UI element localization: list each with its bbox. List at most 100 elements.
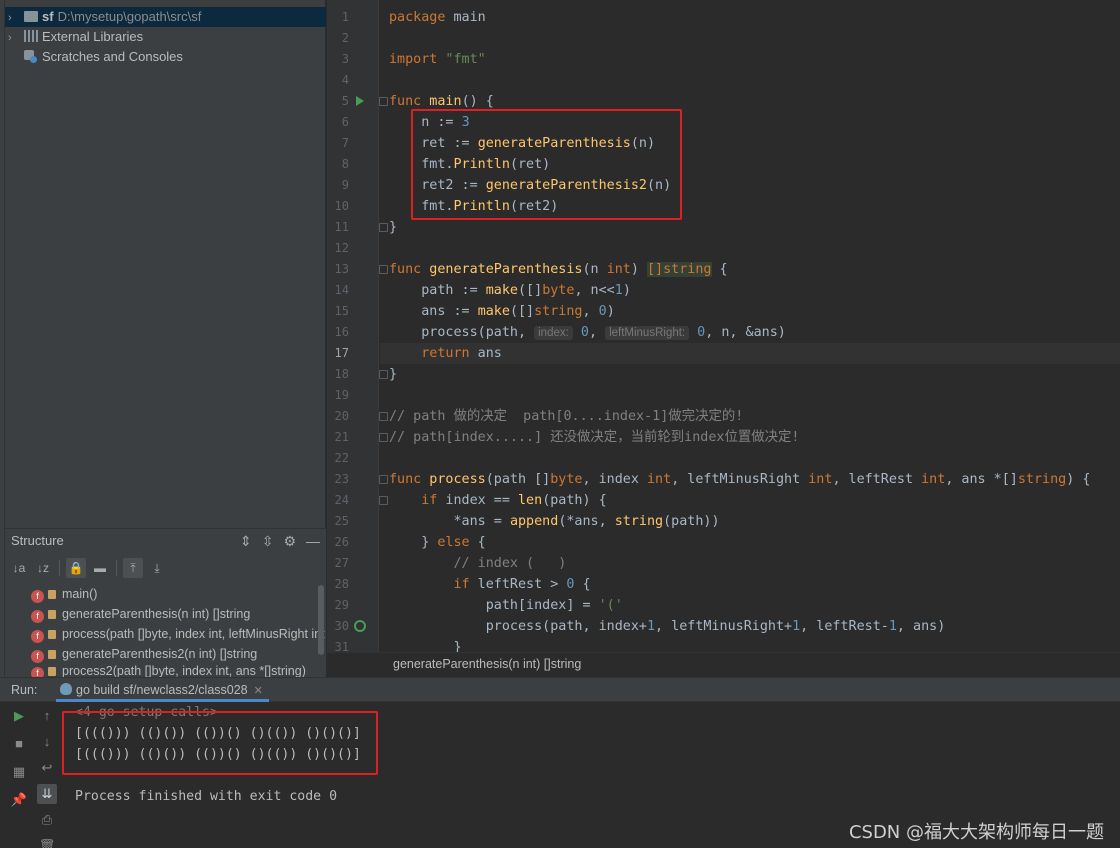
code-comment[interactable]: // index ( ) — [389, 553, 566, 574]
tree-item-path: D:\mysetup\gopath\src\sf — [57, 9, 202, 24]
code-text: (path) { — [542, 493, 607, 508]
sort-by-type-icon[interactable]: ↓a — [9, 558, 29, 578]
watermark: CSDN @福大大架构师每日一题 — [848, 822, 1104, 843]
number-literal: 1 — [888, 619, 897, 634]
stop-icon[interactable]: ■ — [9, 734, 29, 754]
code-text: process(path, — [389, 325, 535, 340]
return-type: []string — [647, 262, 712, 277]
breadcrumb[interactable]: generateParenthesis(n int) []string — [327, 652, 1120, 677]
structure-item-process2[interactable]: f process2(path []byte, index int, ans *[… — [31, 664, 325, 678]
structure-item-process[interactable]: f process(path []byte, index int, leftMin… — [31, 624, 325, 644]
line-number: 19 — [334, 388, 349, 402]
run-main-icon[interactable] — [356, 96, 364, 106]
code-line-3[interactable]: import "fmt" — [389, 49, 486, 70]
code-line-18[interactable]: } — [389, 364, 397, 385]
layout-icon[interactable]: ▦ — [9, 762, 29, 782]
code-line-13[interactable]: func generateParenthesis(n int) []string… — [389, 259, 728, 280]
code-line-16[interactable]: process(path, index: 0, leftMinusRight: … — [389, 322, 786, 343]
code-line-25[interactable]: *ans = append(*ans, string(path)) — [389, 511, 719, 532]
autoscroll-to-source-icon[interactable]: ⤒ — [123, 558, 143, 578]
tree-item-sf[interactable]: › sf D:\mysetup\gopath\src\sf — [5, 7, 326, 27]
fold-marker-icon[interactable] — [379, 433, 388, 442]
tree-item-label: External Libraries — [42, 29, 144, 44]
highlight-box-main-body — [411, 109, 682, 220]
scroll-to-end-icon[interactable]: ⇊ — [37, 784, 57, 804]
code-text: { — [574, 577, 591, 592]
code-text: { — [469, 535, 486, 550]
show-non-public-icon[interactable]: 🔒 — [66, 558, 86, 578]
line-number: 9 — [341, 178, 349, 192]
code-line-15[interactable]: ans := make([]string, 0) — [389, 301, 615, 322]
structure-item-generate-parenthesis2[interactable]: f generateParenthesis2(n int) []string — [31, 644, 325, 664]
print-icon[interactable]: ⎙ — [37, 810, 57, 830]
tree-item-scratches[interactable]: Scratches and Consoles — [8, 47, 183, 67]
line-number: 18 — [334, 367, 349, 381]
line-number: 26 — [334, 535, 349, 549]
keyword: byte — [542, 283, 575, 298]
structure-item-label: main() — [62, 587, 98, 601]
structure-scrollbar[interactable] — [318, 585, 324, 655]
function-icon: f — [31, 630, 44, 643]
code-line-14[interactable]: path := make([]byte, n<<1) — [389, 280, 631, 301]
code-text: ans := — [389, 304, 478, 319]
trash-icon[interactable]: 🗑 — [37, 836, 57, 848]
fold-marker-icon[interactable] — [379, 223, 388, 232]
code-comment[interactable]: // path[index.....] 还没做决定，当前轮到index位置做决定… — [389, 427, 799, 448]
code-line-30[interactable]: process(path, index+1, leftMinusRight+1,… — [389, 616, 946, 637]
fold-marker-icon[interactable] — [379, 412, 388, 421]
fold-marker-icon[interactable] — [379, 370, 388, 379]
gear-icon[interactable]: ⚙ — [283, 533, 296, 549]
autoscroll-from-source-icon[interactable]: ⤓ — [147, 558, 167, 578]
code-line-31[interactable]: } — [389, 637, 461, 652]
code-text: ) — [630, 262, 647, 277]
code-line-24[interactable]: if index == len(path) { — [389, 490, 607, 511]
sort-alphabetically-icon[interactable]: ↓z — [33, 558, 53, 578]
code-text: path[index] = — [389, 598, 599, 613]
code-line-26[interactable]: } else { — [389, 532, 486, 553]
structure-item-generate-parenthesis[interactable]: f generateParenthesis(n int) []string — [31, 604, 325, 624]
code-text: leftRest > — [469, 577, 567, 592]
line-number: 28 — [334, 577, 349, 591]
code-text: (path [] — [485, 472, 551, 487]
number-literal: 1 — [646, 619, 656, 634]
expand-all-icon[interactable]: ⇕ — [240, 533, 252, 549]
arrow-down-icon[interactable]: ↓ — [37, 732, 57, 752]
tree-item-label: Scratches and Consoles — [42, 49, 183, 64]
rerun-icon[interactable]: ▶ — [9, 706, 29, 726]
tree-item-external-libraries[interactable]: › External Libraries — [8, 27, 143, 47]
fold-marker-icon[interactable] — [379, 496, 388, 505]
function-name: generateParenthesis — [421, 262, 583, 277]
code-text: , ans *[] — [945, 472, 1018, 487]
collapse-all-icon[interactable]: ⇳ — [262, 533, 274, 549]
code-text: } — [389, 367, 398, 382]
code-line-1[interactable]: package main — [389, 7, 486, 28]
code-line-28[interactable]: if leftRest > 0 { — [389, 574, 591, 595]
lock-icon — [48, 630, 56, 639]
minimize-icon[interactable]: — — [306, 533, 320, 549]
code-text: (n — [582, 262, 607, 277]
fold-marker-icon[interactable] — [379, 475, 388, 484]
number-literal: 1 — [614, 283, 623, 298]
fold-marker-icon[interactable] — [379, 265, 388, 274]
close-icon[interactable]: ✕ — [254, 685, 263, 697]
show-fields-icon[interactable]: ▬ — [90, 558, 110, 578]
fold-marker-icon[interactable] — [379, 97, 388, 106]
soft-wrap-icon[interactable]: ↩ — [37, 758, 57, 778]
run-label: Run: — [11, 683, 38, 697]
pin-icon[interactable]: 📌 — [9, 790, 29, 810]
code-line-11[interactable]: } — [389, 217, 397, 238]
folder-icon — [24, 11, 38, 22]
code-text: , index — [582, 472, 647, 487]
arrow-up-icon[interactable]: ↑ — [37, 706, 57, 726]
structure-item-main[interactable]: f main() — [31, 584, 325, 604]
run-tab[interactable]: go build sf/newclass2/class028 ✕ — [56, 678, 269, 702]
code-text: () { — [461, 94, 494, 109]
code-line-29[interactable]: path[index] = '(' — [389, 595, 623, 616]
chevron-right-icon[interactable]: › — [8, 8, 24, 28]
code-line-23[interactable]: func process(path []byte, index int, lef… — [389, 469, 1090, 490]
code-text: ans — [469, 346, 502, 361]
code-comment[interactable]: // path 做的决定 path[0....index-1]做完决定的! — [389, 406, 743, 427]
code-line-17[interactable]: return ans — [389, 343, 502, 364]
code-editor[interactable]: 1 2 3 4 5 6 7 8 9 10 11 12 13 14 15 16 1… — [327, 0, 1120, 652]
chevron-right-icon[interactable]: › — [8, 28, 24, 48]
